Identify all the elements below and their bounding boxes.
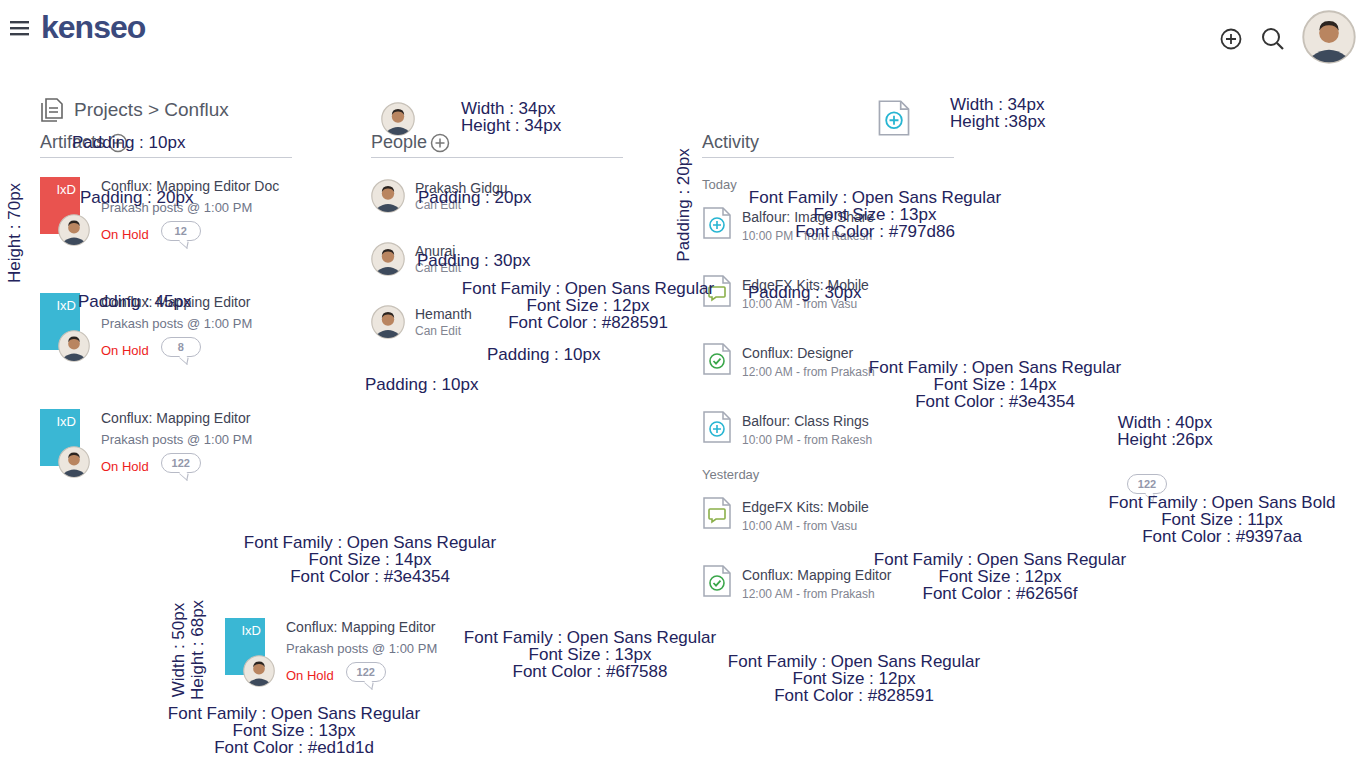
spec-annotation: Width : 34pxHeight : 34px	[461, 100, 561, 134]
activity-group: Yesterday EdgeFX Kits: Mobile 10:00 AM - f…	[702, 466, 954, 602]
spec-annotation: Padding : 20px	[675, 148, 692, 261]
avatar-icon	[58, 330, 90, 362]
artifact-thumbnail: IxD	[40, 293, 80, 350]
activity-meta: 12:00 AM - from Prakash	[742, 586, 891, 602]
artifact-status: On Hold	[286, 668, 334, 683]
spec-annotation: Padding : 45px	[78, 293, 191, 310]
avatar-icon	[58, 214, 90, 246]
artifact-row[interactable]: IxD Conflux: Mapping Editor Prakash posts …	[40, 409, 292, 479]
spec-annotation: Font Family : Open Sans RegularFont Size…	[168, 705, 420, 756]
spec-annotation: Font Family : Open Sans RegularFont Size…	[728, 653, 980, 704]
artifact-status: On Hold	[101, 459, 149, 474]
comment-count-badge[interactable]: 12	[161, 221, 201, 241]
search-icon[interactable]	[1260, 26, 1286, 52]
artifact-title: Conflux: Mapping Editor	[101, 409, 252, 428]
artifact-title: Conflux: Mapping Editor	[286, 618, 437, 637]
activity-title: EdgeFX Kits: Mobile	[742, 498, 869, 516]
breadcrumb-text[interactable]: Projects > Conflux	[74, 99, 229, 121]
spec-annotation: Padding : 10px	[365, 376, 478, 393]
plus-doc-icon	[702, 410, 732, 444]
spec-annotation: Padding : 10px	[72, 134, 185, 151]
projects-icon	[38, 96, 66, 124]
avatar-icon	[371, 242, 405, 276]
spec-annotation: Width : 40pxHeight :26px	[1117, 414, 1212, 448]
comment-doc-icon	[702, 496, 732, 530]
top-bar: kenseo	[0, 0, 1366, 70]
comment-count-badge: 122	[346, 662, 386, 682]
spec-annotation: Padding : 20px	[80, 189, 193, 206]
sample-avatar	[381, 102, 415, 136]
person-name: Hemanth	[415, 305, 472, 323]
avatar-icon	[371, 179, 405, 213]
activity-row[interactable]: Conflux: Mapping Editor 12:00 AM - from P…	[702, 564, 954, 602]
activity-meta: 10:00 PM - from Rakesh	[742, 432, 872, 448]
artifact-status: On Hold	[101, 343, 149, 358]
spec-annotation: Font Family : Open Sans RegularFont Size…	[874, 551, 1126, 602]
breadcrumb: Projects > Conflux	[38, 95, 1366, 125]
avatar-icon	[243, 655, 275, 687]
check-doc-icon	[702, 564, 732, 598]
spec-annotation: Width : 50px	[170, 603, 187, 698]
artifact-meta: Prakash posts @ 1:00 PM	[286, 639, 437, 658]
sample-doc-icon	[877, 99, 911, 137]
artifact-row[interactable]: IxDConflux: Mapping Editor DocPrakash po…	[40, 177, 292, 247]
spec-annotation: Height : 68px	[189, 600, 206, 700]
add-person-icon[interactable]	[430, 133, 450, 153]
avatar-icon	[371, 305, 405, 339]
activity-meta: 10:00 AM - from Vasu	[742, 518, 869, 534]
check-doc-icon	[702, 342, 732, 376]
activity-row[interactable]: EdgeFX Kits: Mobile 10:00 AM - from Vasu	[702, 496, 954, 534]
spec-annotation: Font Family : Open Sans RegularFont Size…	[464, 629, 716, 680]
spec-annotation: Padding : 10px	[487, 346, 600, 363]
logo[interactable]: kenseo	[41, 9, 145, 46]
spec-sheet: kenseoProjects > ConfluxArtifactsIxDConf…	[0, 0, 1366, 768]
artifact-meta: Prakash posts @ 1:00 PM	[101, 430, 252, 449]
spec-annotation: Font Family : Open Sans RegularFont Size…	[749, 189, 1001, 240]
sample-badge: 122	[1127, 474, 1167, 494]
person-role: Can Edit	[415, 323, 472, 339]
activity-title: Conflux: Designer	[742, 344, 875, 362]
artifact-thumbnail: IxD	[40, 177, 80, 234]
spec-annotation: Font Family : Open Sans BoldFont Size : …	[1109, 494, 1336, 545]
spec-annotation: Height : 70px	[6, 183, 23, 283]
spec-annotation: Padding : 20px	[418, 189, 531, 206]
spec-annotation: Font Family : Open Sans RegularFont Size…	[869, 359, 1121, 410]
comment-count-badge[interactable]: 122	[161, 453, 201, 473]
spec-annotation: Width : 34pxHeight :38px	[950, 96, 1045, 130]
activity-title: Balfour: Class Rings	[742, 412, 872, 430]
avatar-icon	[381, 102, 415, 136]
spec-annotation: Font Family : Open Sans RegularFont Size…	[462, 280, 714, 331]
activity-meta: 12:00 AM - from Prakash	[742, 364, 875, 380]
artifact-meta: Prakash posts @ 1:00 PM	[101, 314, 252, 333]
user-avatar[interactable]	[1302, 10, 1356, 64]
sample-artifact: IxD Conflux: Mapping Editor Prakash posts …	[225, 618, 437, 688]
artifact-thumbnail: IxD	[225, 618, 265, 675]
activity-header: Activity	[702, 128, 954, 158]
activity-group-label: Yesterday	[702, 466, 954, 484]
activity-row[interactable]: Balfour: Class Rings 10:00 PM - from Rake…	[702, 410, 954, 448]
avatar-icon	[58, 446, 90, 478]
spec-annotation: Padding : 30px	[417, 252, 530, 269]
menu-icon[interactable]	[10, 20, 30, 36]
add-icon[interactable]	[1219, 27, 1243, 51]
artifact-status: On Hold	[101, 227, 149, 242]
avatar-icon	[1302, 10, 1356, 64]
plus-doc-icon	[702, 206, 732, 240]
artifact-thumbnail: IxD	[40, 409, 80, 466]
spec-annotation: Font Family : Open Sans RegularFont Size…	[244, 534, 496, 585]
activity-title: Conflux: Mapping Editor	[742, 566, 891, 584]
comment-count-badge[interactable]: 8	[161, 337, 201, 357]
spec-annotation: Padding : 30px	[748, 284, 861, 301]
